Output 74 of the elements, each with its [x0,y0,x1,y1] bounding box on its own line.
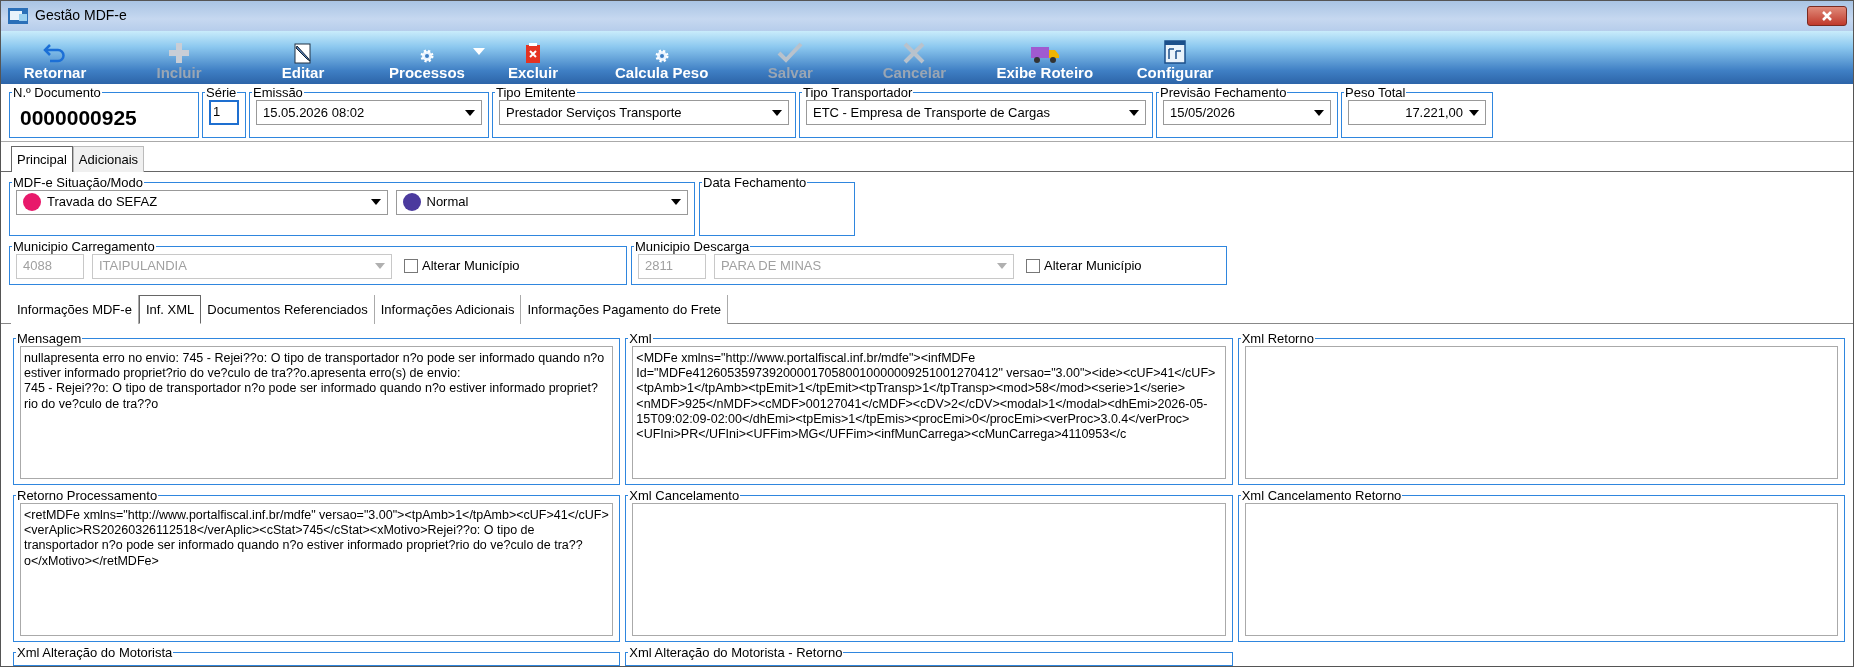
tab[interactable]: Adicionais [72,146,145,172]
text-area[interactable]: <MDFe xmlns="http://www.portalfiscal.inf.br/mdfe"><infMDFe Id="MDFe41260535973920000170580010000009251001270412" versao="3.00"><ide><cUF>41</cUF><tpAmb>1</tpAmb><tpEmit>1</tpEmit><tpTransp>1</tpTransp><mod>58</mod><serie>1</serie><nMDF>925</nMDF><cMDF>00127041</cMDF><cDV>2</cDV><modal>1</modal><dhEmi>2026-05-15T09:02:09-02:00</dhEmi><tpEmis>1</tpEmis><procEmi>0</procEmi><verProc>3.0.4</verProc><UFIni>PR</UFIni><UFFim>MG</UFFim><infMunCarrega><cMunCarrega>4110953</c [632,346,1226,479]
dropdown-field[interactable]: Travada do SEFAZ [16,189,388,215]
group-label: Xml Cancelamento [628,489,741,502]
close-button[interactable] [1807,5,1847,26]
text-area[interactable] [632,503,1226,636]
gear-icon [653,47,670,64]
field-label: Série [205,86,238,99]
gear-icon [419,47,435,64]
dropdown-field[interactable]: ETC - Empresa de Transporte de Cargas [806,100,1146,125]
toolbar-button[interactable]: Exibe Roteiro [990,43,1100,81]
tab[interactable]: Inf. XML [138,294,202,324]
group-label: Xml Alteração do Motorista [16,646,174,659]
plus-icon [168,41,190,64]
text-area[interactable] [1244,503,1838,636]
field-label: Previsão Fechamento [1159,86,1288,99]
toolbar-button[interactable]: Retornar [7,41,103,81]
dropdown-field: ITAIPULANDIA [92,253,392,279]
app-icon [7,5,29,26]
group-label: Municipio Carregamento [12,239,156,253]
group-label: Mensagem [16,332,83,345]
group-label: Retorno Processamento [16,489,159,502]
field-label: Emissão [252,86,304,99]
group-label: Municipio Descarga [634,239,751,253]
group-label: Xml Alteração do Motorista - Retorno [628,646,844,659]
window-title: Gestão MDF-e [35,6,128,26]
cross-icon [902,41,927,64]
field-label: Peso Total [1344,86,1407,99]
dropdown-field[interactable]: 15/05/2026 [1163,100,1331,125]
tab[interactable]: Documentos Referenciados [201,294,375,324]
toolbar-button[interactable]: Configurar [1127,39,1224,81]
code-field: 4088 [16,253,84,279]
field-label: Tipo Emitente [495,86,577,99]
dropdown-field[interactable]: Normal [395,189,688,215]
dropdown-field[interactable]: 15.05.2026 08:02 [256,100,482,125]
tab[interactable]: Informações MDF-e [11,294,139,324]
caret-icon [1469,109,1479,116]
text-area[interactable] [1244,346,1838,479]
field-label: Tipo Transportador [802,86,914,99]
code-field: 2811 [638,253,706,279]
text-area[interactable]: nullapresenta erro no envio: 745 - Rejei??o: O tipo de transportador n?o pode ser informado quando n?o estiver informado propriet?rio do ve?culo de tra??o.apresenta erro(s) de envio: 745 - Rejei??o: O tipo de transportador n?o pode ser informado quando n?o estiver informado propriet?rio do ve?culo de tra??o [20,346,614,479]
window-icon [1164,39,1187,64]
document-number: 0000000925 [19,105,138,131]
group-label: Xml Cancelamento Retorno [1240,489,1403,502]
pencil-page-icon [292,41,314,64]
text-area[interactable]: <retMDFe xmlns="http://www.portalfiscal.inf.br/mdfe" versao="3.00"><tpAmb>1</tpAmb><cUF>41</cUF><verAplic>RS20260326112518</verAplic><cStat>745</cStat><xMotivo>Rejei??o: O tipo de transportador n?o pode ser informado quando n?o estiver informado propriet?rio do ve?culo de tra??o</xMotivo></retMDFe> [20,503,614,636]
trash-icon [525,41,541,64]
toolbar-button[interactable]: Excluir [485,41,581,81]
group-label: Xml Retorno [1240,332,1315,345]
tab[interactable]: Principal [11,146,73,172]
caret-icon [375,263,385,269]
toolbar-button[interactable]: Processos [379,47,475,81]
group-label: Xml [628,332,653,345]
group-label: MDF-e Situação/Modo [12,175,145,189]
caret-icon [370,199,381,205]
dropdown-field: PARA DE MINAS [714,253,1014,279]
group-label: Data Fechamento [702,175,808,189]
field-label: N.º Documento [12,86,102,99]
tab[interactable]: Informações Pagamento do Frete [521,294,729,324]
serie-input[interactable]: 1 [209,100,239,125]
tab[interactable]: Informações Adicionais [374,294,522,324]
caret-icon [465,109,475,116]
caret-icon [1314,109,1324,116]
caret-icon [1129,109,1139,116]
caret-icon [671,199,681,205]
undo-arrow-icon [42,41,68,64]
dropdown-field[interactable]: 17.221,00 [1348,100,1486,125]
dropdown-field[interactable]: Prestador Serviços Transporte [499,100,789,125]
checkmark-icon [777,41,804,64]
toolbar-button[interactable]: Editar [255,41,351,81]
caret-icon [997,263,1007,269]
caret-icon [772,109,782,116]
toolbar-button[interactable]: Calcula Peso [609,47,715,81]
close-icon [1821,9,1833,22]
